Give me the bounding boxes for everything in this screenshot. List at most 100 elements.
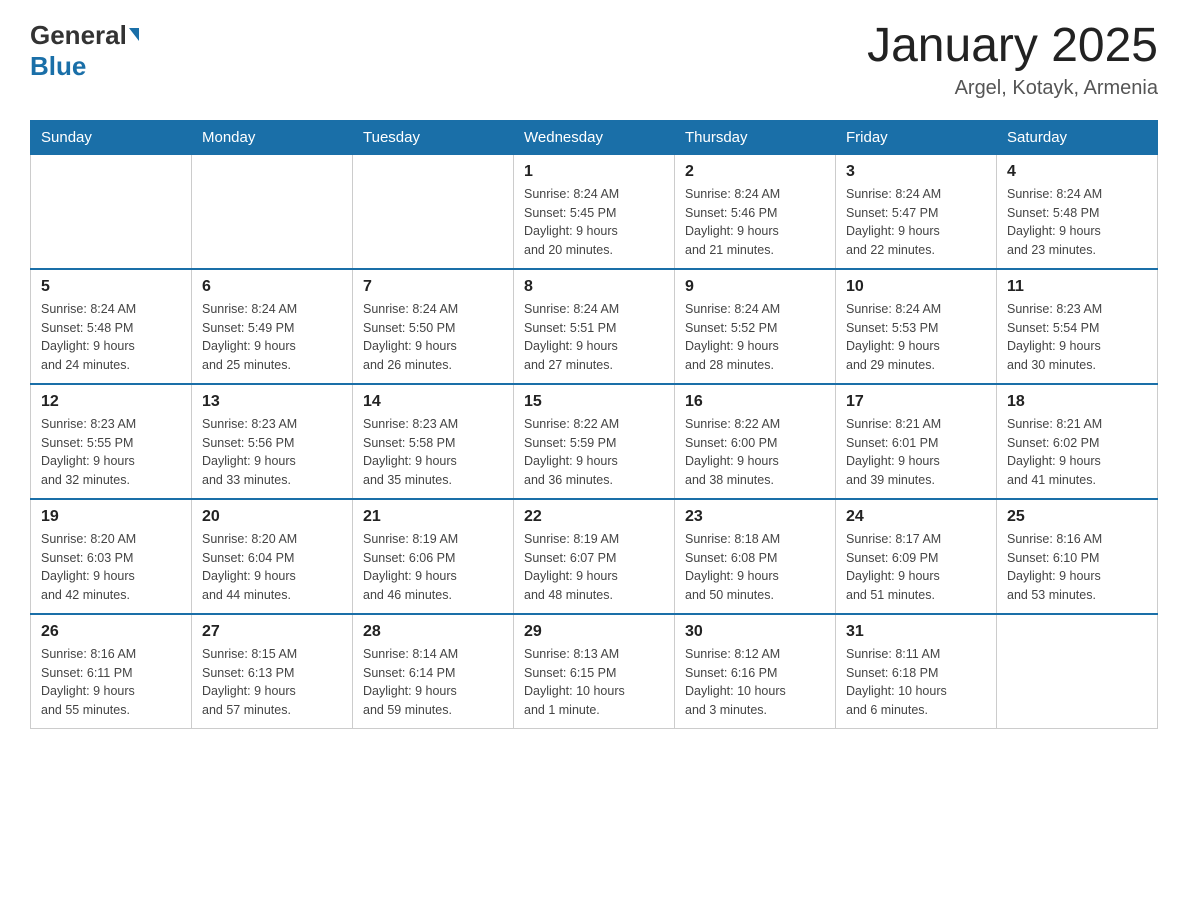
day-info: Sunrise: 8:23 AMSunset: 5:55 PMDaylight:… [41,415,181,490]
day-number: 11 [1007,278,1147,296]
logo-triangle-icon [129,28,139,41]
header-cell-sunday: Sunday [31,120,192,154]
day-number: 25 [1007,508,1147,526]
day-cell: 4Sunrise: 8:24 AMSunset: 5:48 PMDaylight… [997,154,1158,269]
day-number: 14 [363,393,503,411]
day-cell: 1Sunrise: 8:24 AMSunset: 5:45 PMDaylight… [514,154,675,269]
day-number: 22 [524,508,664,526]
day-info: Sunrise: 8:22 AMSunset: 5:59 PMDaylight:… [524,415,664,490]
day-info: Sunrise: 8:20 AMSunset: 6:03 PMDaylight:… [41,530,181,605]
day-info: Sunrise: 8:19 AMSunset: 6:06 PMDaylight:… [363,530,503,605]
day-number: 17 [846,393,986,411]
day-cell: 6 Sunrise: 8:24 AMSunset: 5:49 PMDaylight… [192,269,353,384]
day-info: Sunrise: 8:21 AMSunset: 6:01 PMDaylight:… [846,415,986,490]
day-number: 2 [685,163,825,181]
day-cell: 5Sunrise: 8:24 AMSunset: 5:48 PMDaylight… [31,269,192,384]
day-number: 13 [202,393,342,411]
day-number: 19 [41,508,181,526]
day-cell: 26Sunrise: 8:16 AMSunset: 6:11 PMDayligh… [31,614,192,729]
header-cell-friday: Friday [836,120,997,154]
week-row-1: 1Sunrise: 8:24 AMSunset: 5:45 PMDaylight… [31,154,1158,269]
day-number: 7 [363,278,503,296]
day-number: 4 [1007,163,1147,181]
title-block: January 2025 Argel, Kotayk, Armenia [867,20,1158,100]
header-cell-saturday: Saturday [997,120,1158,154]
day-number: 31 [846,623,986,641]
day-info: Sunrise: 8:24 AMSunset: 5:49 PMDaylight:… [202,300,342,375]
header-row: SundayMondayTuesdayWednesdayThursdayFrid… [31,120,1158,154]
day-cell: 24 Sunrise: 8:17 AMSunset: 6:09 PMDayligh… [836,499,997,614]
day-number: 30 [685,623,825,641]
day-number: 15 [524,393,664,411]
day-cell: 18 Sunrise: 8:21 AMSunset: 6:02 PMDayligh… [997,384,1158,499]
day-info: Sunrise: 8:24 AMSunset: 5:48 PMDaylight:… [41,300,181,375]
day-number: 26 [41,623,181,641]
day-cell: 25 Sunrise: 8:16 AMSunset: 6:10 PMDayligh… [997,499,1158,614]
day-number: 20 [202,508,342,526]
day-info: Sunrise: 8:24 AMSunset: 5:46 PMDaylight:… [685,185,825,260]
day-cell: 21 Sunrise: 8:19 AMSunset: 6:06 PMDayligh… [353,499,514,614]
day-cell: 13 Sunrise: 8:23 AMSunset: 5:56 PMDayligh… [192,384,353,499]
day-cell: 22 Sunrise: 8:19 AMSunset: 6:07 PMDayligh… [514,499,675,614]
logo-blue-text: Blue [30,51,86,82]
header-cell-wednesday: Wednesday [514,120,675,154]
day-info: Sunrise: 8:24 AMSunset: 5:45 PMDaylight:… [524,185,664,260]
day-cell: 9Sunrise: 8:24 AMSunset: 5:52 PMDaylight… [675,269,836,384]
day-cell [997,614,1158,729]
calendar-title: January 2025 [867,20,1158,73]
week-row-3: 12 Sunrise: 8:23 AMSunset: 5:55 PMDayligh… [31,384,1158,499]
header-cell-tuesday: Tuesday [353,120,514,154]
day-info: Sunrise: 8:24 AMSunset: 5:47 PMDaylight:… [846,185,986,260]
day-info: Sunrise: 8:12 AMSunset: 6:16 PMDaylight:… [685,645,825,720]
day-info: Sunrise: 8:23 AMSunset: 5:54 PMDaylight:… [1007,300,1147,375]
day-cell: 20 Sunrise: 8:20 AMSunset: 6:04 PMDayligh… [192,499,353,614]
day-cell: 19 Sunrise: 8:20 AMSunset: 6:03 PMDayligh… [31,499,192,614]
day-cell: 12 Sunrise: 8:23 AMSunset: 5:55 PMDayligh… [31,384,192,499]
day-info: Sunrise: 8:23 AMSunset: 5:56 PMDaylight:… [202,415,342,490]
day-info: Sunrise: 8:18 AMSunset: 6:08 PMDaylight:… [685,530,825,605]
calendar-table: SundayMondayTuesdayWednesdayThursdayFrid… [30,120,1158,729]
day-number: 27 [202,623,342,641]
day-info: Sunrise: 8:13 AMSunset: 6:15 PMDaylight:… [524,645,664,720]
logo-general-text: General [30,20,127,51]
day-number: 24 [846,508,986,526]
day-cell [192,154,353,269]
day-info: Sunrise: 8:21 AMSunset: 6:02 PMDaylight:… [1007,415,1147,490]
logo: General Blue [30,20,139,82]
day-number: 18 [1007,393,1147,411]
day-cell [31,154,192,269]
header-cell-thursday: Thursday [675,120,836,154]
day-cell [353,154,514,269]
week-row-5: 26Sunrise: 8:16 AMSunset: 6:11 PMDayligh… [31,614,1158,729]
day-info: Sunrise: 8:24 AMSunset: 5:50 PMDaylight:… [363,300,503,375]
day-number: 10 [846,278,986,296]
day-cell: 2 Sunrise: 8:24 AMSunset: 5:46 PMDaylight… [675,154,836,269]
day-cell: 10 Sunrise: 8:24 AMSunset: 5:53 PMDayligh… [836,269,997,384]
day-number: 21 [363,508,503,526]
day-info: Sunrise: 8:11 AMSunset: 6:18 PMDaylight:… [846,645,986,720]
day-number: 6 [202,278,342,296]
day-cell: 3 Sunrise: 8:24 AMSunset: 5:47 PMDaylight… [836,154,997,269]
day-number: 29 [524,623,664,641]
day-cell: 14 Sunrise: 8:23 AMSunset: 5:58 PMDayligh… [353,384,514,499]
day-number: 23 [685,508,825,526]
day-info: Sunrise: 8:20 AMSunset: 6:04 PMDaylight:… [202,530,342,605]
day-info: Sunrise: 8:19 AMSunset: 6:07 PMDaylight:… [524,530,664,605]
day-info: Sunrise: 8:15 AMSunset: 6:13 PMDaylight:… [202,645,342,720]
day-number: 8 [524,278,664,296]
day-info: Sunrise: 8:14 AMSunset: 6:14 PMDaylight:… [363,645,503,720]
calendar-header: SundayMondayTuesdayWednesdayThursdayFrid… [31,120,1158,154]
day-cell: 16Sunrise: 8:22 AMSunset: 6:00 PMDayligh… [675,384,836,499]
day-number: 12 [41,393,181,411]
day-number: 3 [846,163,986,181]
day-cell: 27 Sunrise: 8:15 AMSunset: 6:13 PMDayligh… [192,614,353,729]
day-info: Sunrise: 8:22 AMSunset: 6:00 PMDaylight:… [685,415,825,490]
day-info: Sunrise: 8:23 AMSunset: 5:58 PMDaylight:… [363,415,503,490]
day-info: Sunrise: 8:17 AMSunset: 6:09 PMDaylight:… [846,530,986,605]
day-cell: 11 Sunrise: 8:23 AMSunset: 5:54 PMDayligh… [997,269,1158,384]
day-cell: 15 Sunrise: 8:22 AMSunset: 5:59 PMDayligh… [514,384,675,499]
day-info: Sunrise: 8:24 AMSunset: 5:53 PMDaylight:… [846,300,986,375]
day-info: Sunrise: 8:16 AMSunset: 6:10 PMDaylight:… [1007,530,1147,605]
day-number: 28 [363,623,503,641]
calendar-subtitle: Argel, Kotayk, Armenia [867,77,1158,100]
